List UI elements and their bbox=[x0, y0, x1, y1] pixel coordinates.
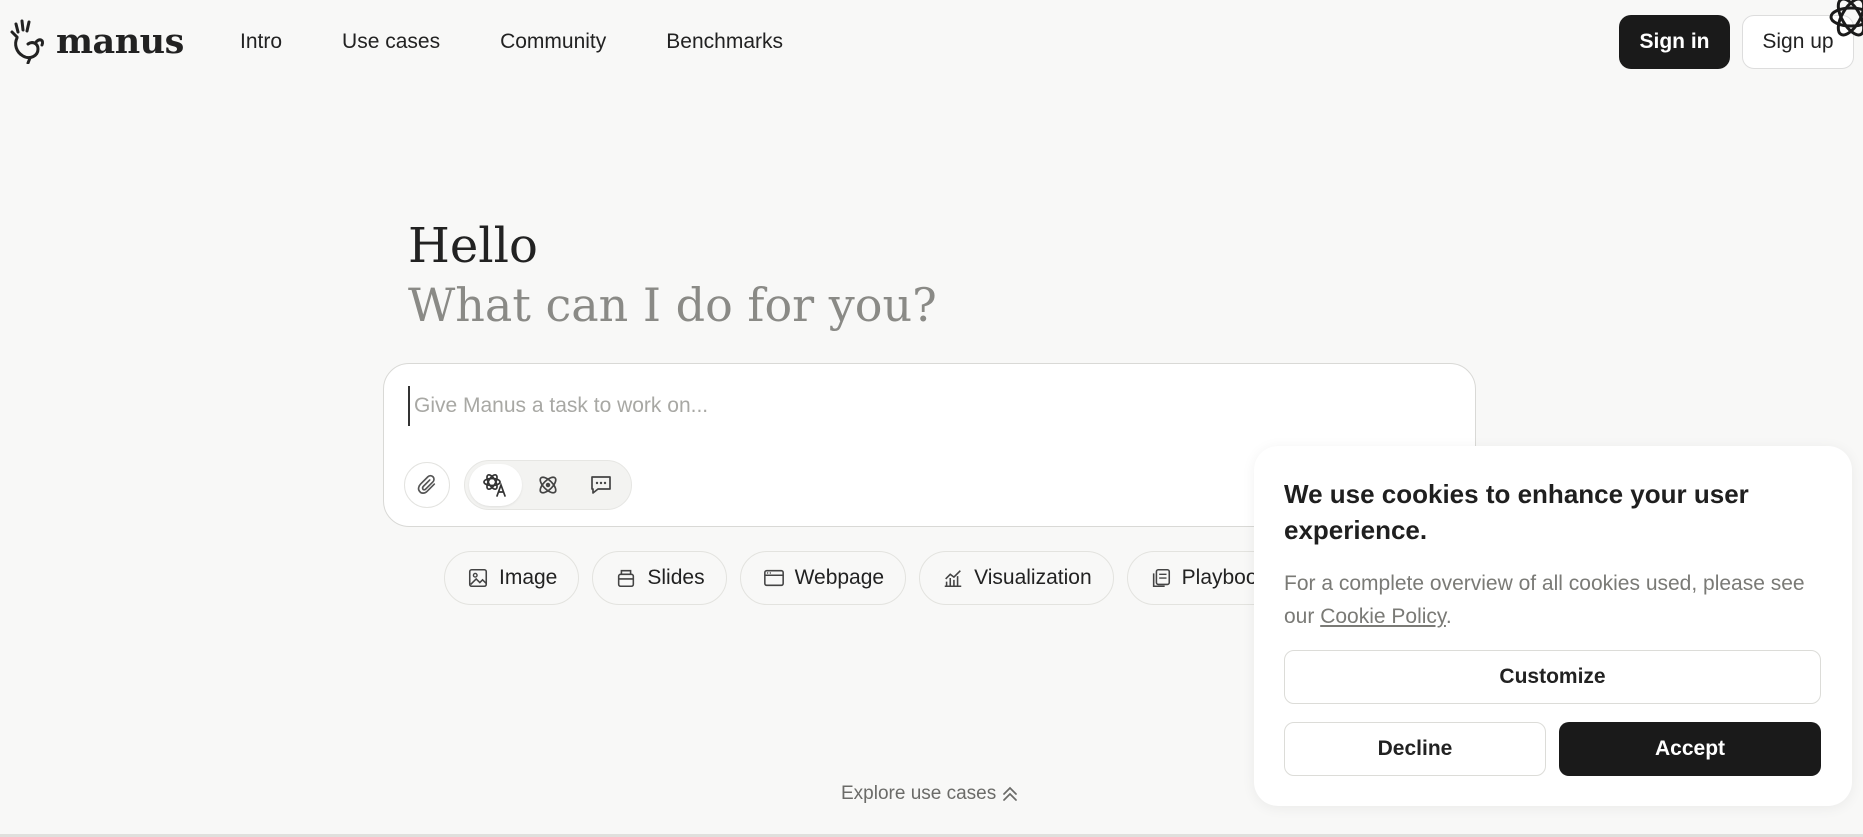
chip-label: Visualization bbox=[974, 566, 1092, 589]
header: manus Intro Use cases Community Benchmar… bbox=[0, 0, 1863, 84]
chart-icon bbox=[944, 570, 962, 588]
chip-visualization[interactable]: Visualization bbox=[919, 551, 1114, 605]
mode-research-button[interactable] bbox=[522, 464, 575, 506]
customize-button[interactable]: Customize bbox=[1284, 650, 1821, 704]
atom-icon bbox=[539, 476, 557, 494]
playbook-icon bbox=[1152, 568, 1170, 588]
task-input[interactable] bbox=[408, 386, 1448, 426]
mode-agent-button[interactable] bbox=[469, 464, 522, 506]
nav-item-use-cases[interactable]: Use cases bbox=[342, 26, 440, 58]
chip-slides[interactable]: Slides bbox=[592, 551, 727, 605]
mode-selector bbox=[464, 460, 632, 510]
chevrons-up-icon bbox=[1003, 786, 1018, 801]
accept-button[interactable]: Accept bbox=[1559, 722, 1821, 776]
paperclip-icon bbox=[417, 474, 436, 494]
chip-label: Webpage bbox=[794, 566, 885, 589]
sign-in-button[interactable]: Sign in bbox=[1619, 15, 1730, 69]
chip-label: Slides bbox=[647, 566, 705, 589]
manus-hand-icon bbox=[10, 19, 44, 64]
slides-icon bbox=[618, 569, 635, 588]
chip-image[interactable]: Image bbox=[444, 551, 580, 605]
brand-logo[interactable]: manus bbox=[8, 18, 184, 64]
decline-button[interactable]: Decline bbox=[1284, 722, 1546, 776]
webpage-icon bbox=[763, 569, 784, 587]
image-icon bbox=[468, 568, 488, 588]
agent-translate-icon bbox=[483, 474, 507, 497]
greeting-heading: Hello bbox=[408, 218, 538, 274]
chip-webpage[interactable]: Webpage bbox=[739, 551, 907, 605]
nav-item-community[interactable]: Community bbox=[500, 26, 606, 58]
main-nav: Intro Use cases Community Benchmarks bbox=[240, 26, 843, 58]
cookie-description: For a complete overview of all cookies u… bbox=[1284, 567, 1824, 633]
cookie-text-after: . bbox=[1445, 605, 1452, 628]
suggestion-chips: Image Slides Webpage Visualization Playb… bbox=[444, 551, 1291, 605]
brand-name: manus bbox=[56, 20, 184, 62]
mode-chat-button[interactable] bbox=[574, 464, 627, 506]
explore-use-cases-link[interactable]: Explore use cases bbox=[841, 783, 1018, 805]
cookie-consent-panel: We use cookies to enhance your user expe… bbox=[1254, 446, 1852, 806]
explore-label: Explore use cases bbox=[841, 783, 997, 804]
cookie-title: We use cookies to enhance your user expe… bbox=[1284, 479, 1749, 545]
cookie-policy-link[interactable]: Cookie Policy bbox=[1320, 605, 1446, 628]
chip-label: Image bbox=[499, 566, 558, 589]
prompt-heading: What can I do for you? bbox=[408, 278, 937, 332]
nav-item-benchmarks[interactable]: Benchmarks bbox=[666, 26, 783, 58]
attach-button[interactable] bbox=[404, 462, 450, 508]
chat-icon bbox=[590, 476, 611, 494]
openai-icon[interactable] bbox=[1826, 0, 1863, 42]
nav-item-intro[interactable]: Intro bbox=[240, 26, 282, 58]
